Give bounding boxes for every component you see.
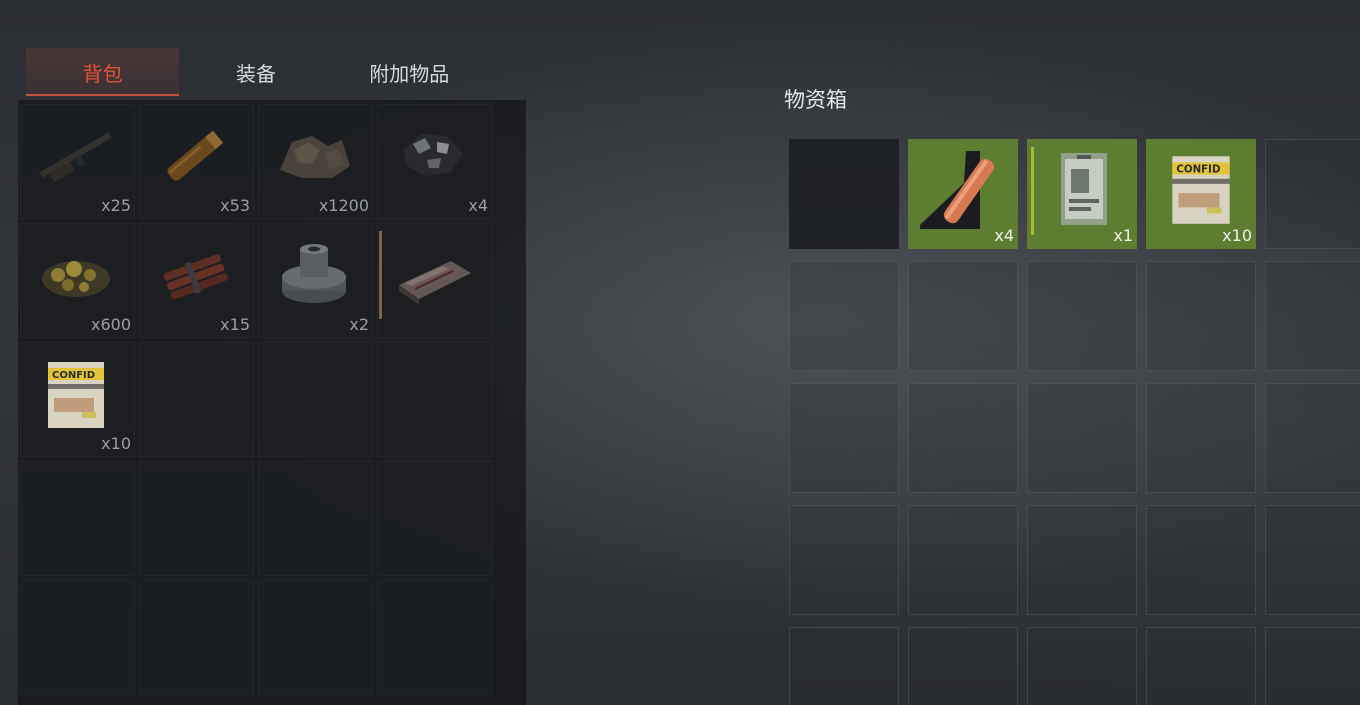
item-count: x4 bbox=[994, 226, 1014, 245]
ore-icon bbox=[280, 136, 350, 178]
supply-slot-empty[interactable] bbox=[1146, 627, 1256, 705]
backpack-slot-coal[interactable]: x4 bbox=[377, 104, 492, 219]
confidential-document-icon: CONFID bbox=[48, 362, 104, 428]
supply-slot-empty[interactable] bbox=[1027, 261, 1137, 371]
backpack-slot-dynamite[interactable]: x15 bbox=[139, 223, 254, 338]
backpack-slot-bed[interactable] bbox=[377, 223, 492, 338]
backpack-slot-empty[interactable] bbox=[258, 580, 373, 695]
id-card-icon bbox=[1061, 153, 1107, 225]
backpack-slot-ore[interactable]: x1200 bbox=[258, 104, 373, 219]
gold-nuggets-icon bbox=[42, 261, 110, 297]
supply-slot-empty[interactable] bbox=[1265, 627, 1360, 705]
item-count: x600 bbox=[90, 315, 131, 334]
item-count: x1 bbox=[1113, 226, 1133, 245]
supply-slot-empty[interactable] bbox=[789, 505, 899, 615]
supply-slot-empty[interactable] bbox=[1146, 261, 1256, 371]
backpack-slot-cartridge[interactable]: x53 bbox=[139, 104, 254, 219]
supply-slot-empty[interactable] bbox=[1027, 627, 1137, 705]
supply-slot-id-card[interactable]: x1 bbox=[1027, 139, 1137, 249]
item-count: x2 bbox=[349, 315, 369, 334]
item-count: x25 bbox=[101, 196, 131, 215]
confidential-label: CONFID bbox=[1176, 165, 1220, 176]
tab-equipment[interactable]: 装备 bbox=[179, 48, 332, 96]
tab-backpack[interactable]: 背包 bbox=[26, 48, 180, 96]
rarity-stripe bbox=[1031, 147, 1034, 235]
supply-slot-empty[interactable] bbox=[1146, 505, 1256, 615]
item-count: x1200 bbox=[318, 196, 369, 215]
rarity-stripe bbox=[379, 231, 382, 319]
backpack-slot-empty[interactable] bbox=[20, 461, 135, 576]
backpack-slot-empty[interactable] bbox=[377, 580, 492, 695]
backpack-slot-gold-nuggets[interactable]: x600 bbox=[20, 223, 135, 338]
supply-box-title: 物资箱 bbox=[784, 88, 847, 112]
supply-slot-empty[interactable] bbox=[789, 383, 899, 493]
rifle-icon bbox=[39, 132, 112, 183]
tab-extra-items[interactable]: 附加物品 bbox=[333, 48, 486, 96]
supply-slot-empty[interactable] bbox=[1265, 383, 1360, 493]
item-count: x53 bbox=[220, 196, 250, 215]
bandage-icon bbox=[920, 151, 994, 229]
supply-slot-empty[interactable] bbox=[908, 261, 1018, 371]
backpack-slot-rifle[interactable]: x25 bbox=[20, 104, 135, 219]
backpack-slot-confidential-document[interactable]: CONFID x10 bbox=[20, 342, 135, 457]
backpack-slot-empty[interactable] bbox=[258, 342, 373, 457]
supply-slot-empty[interactable] bbox=[908, 505, 1018, 615]
gear-icon bbox=[282, 244, 346, 303]
supply-slot-empty[interactable] bbox=[908, 627, 1018, 705]
backpack-slot-empty[interactable] bbox=[20, 580, 135, 695]
supply-slot-empty[interactable] bbox=[789, 627, 899, 705]
supply-slot-empty[interactable] bbox=[789, 139, 899, 249]
supply-slot-empty[interactable] bbox=[789, 261, 899, 371]
backpack-slot-empty[interactable] bbox=[139, 461, 254, 576]
supply-slot-empty[interactable] bbox=[1265, 505, 1360, 615]
backpack-slot-empty[interactable] bbox=[139, 580, 254, 695]
confidential-label: CONFID bbox=[52, 370, 95, 381]
supply-slot-empty[interactable] bbox=[1027, 505, 1137, 615]
item-count: x10 bbox=[1222, 226, 1252, 245]
backpack-slot-empty[interactable] bbox=[377, 461, 492, 576]
supply-slot-empty[interactable] bbox=[908, 383, 1018, 493]
backpack-slot-empty[interactable] bbox=[258, 461, 373, 576]
supply-slot-bandage[interactable]: x4 bbox=[908, 139, 1018, 249]
inventory-tabs: 背包 装备 附加物品 bbox=[26, 48, 486, 96]
coal-icon bbox=[403, 134, 463, 176]
supply-slot-confidential-document[interactable]: CONFID x10 bbox=[1146, 139, 1256, 249]
cartridge-icon bbox=[167, 130, 224, 181]
supply-box-grid: x4 x1 CONFID x10 bbox=[789, 139, 1360, 705]
inventory-screen: 背包 装备 附加物品 x25 x53 x1200 x4 x600 x15 x2 … bbox=[0, 0, 1360, 705]
confidential-document-icon: CONFID bbox=[1172, 156, 1230, 224]
backpack-grid: x25 x53 x1200 x4 x600 x15 x2 CONFID x10 bbox=[20, 104, 492, 695]
supply-slot-empty[interactable] bbox=[1027, 383, 1137, 493]
backpack-slot-gear[interactable]: x2 bbox=[258, 223, 373, 338]
item-count: x10 bbox=[101, 434, 131, 453]
supply-slot-empty[interactable] bbox=[1265, 139, 1360, 249]
backpack-panel: x25 x53 x1200 x4 x600 x15 x2 CONFID x10 bbox=[18, 100, 526, 705]
item-count: x4 bbox=[468, 196, 488, 215]
supply-slot-empty[interactable] bbox=[1265, 261, 1360, 371]
dynamite-icon bbox=[163, 254, 228, 300]
item-count: x15 bbox=[220, 315, 250, 334]
backpack-slot-empty[interactable] bbox=[377, 342, 492, 457]
bed-icon bbox=[399, 261, 471, 305]
supply-slot-empty[interactable] bbox=[1146, 383, 1256, 493]
backpack-slot-empty[interactable] bbox=[139, 342, 254, 457]
